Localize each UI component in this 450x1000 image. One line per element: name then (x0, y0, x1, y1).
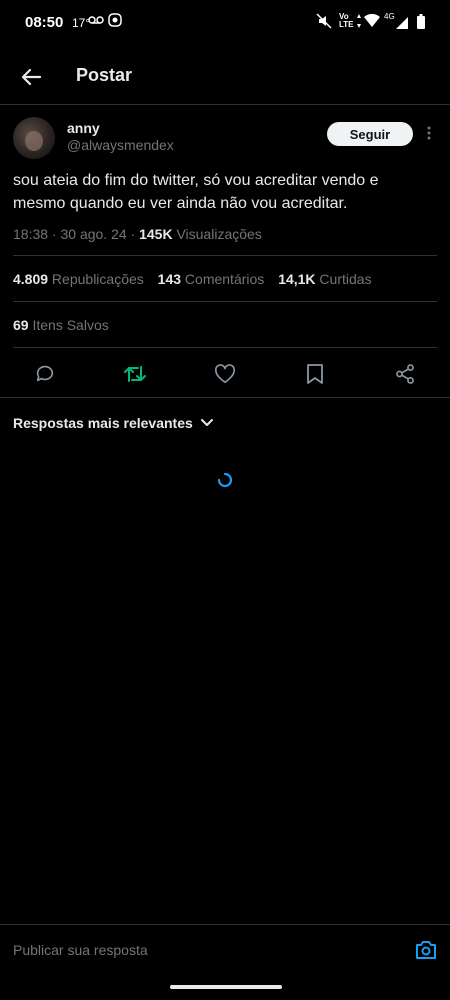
comments-stat[interactable]: 143 Comentários (158, 271, 265, 287)
arrow-left-icon (21, 68, 41, 86)
divider (0, 397, 450, 398)
follow-button[interactable]: Seguir (327, 122, 413, 146)
data-arrows-icon (356, 13, 362, 32)
status-bar: 08:50 17° Vo LTE 4G (0, 0, 450, 46)
likes-count: 14,1K (278, 271, 316, 287)
comments-count: 143 (157, 271, 182, 287)
author-display-name[interactable]: anny (67, 120, 100, 136)
reply-sort-label: Respostas mais relevantes (13, 415, 193, 431)
author-handle[interactable]: @alwaysmendex (67, 137, 174, 153)
reply-sort-dropdown[interactable]: Respostas mais relevantes (13, 415, 213, 431)
post-timestamp: 18:38 · 30 ago. 24 · (13, 226, 140, 242)
avatar[interactable] (13, 117, 55, 159)
bookmark-button[interactable] (303, 362, 327, 386)
chevron-down-icon (200, 419, 213, 426)
reply-button[interactable] (33, 362, 57, 386)
saves-label: Itens Salvos (28, 317, 109, 333)
like-button[interactable] (213, 362, 237, 386)
signal-type-label: 4G (384, 12, 395, 21)
reposts-label: Republicações (48, 271, 144, 287)
top-app-bar: Postar (0, 50, 450, 105)
page-title: Postar (76, 65, 133, 85)
wifi-icon (364, 13, 380, 30)
share-icon (396, 364, 414, 384)
likes-label: Curtidas (315, 271, 372, 287)
heart-icon (214, 364, 236, 383)
repost-icon (124, 366, 146, 382)
divider (13, 301, 437, 302)
saves-count: 69 (13, 317, 29, 333)
home-indicator[interactable] (170, 985, 282, 989)
camera-button[interactable] (414, 939, 438, 961)
saves-stat[interactable]: 69 Itens Salvos (13, 317, 109, 333)
app-notification-icon (108, 13, 122, 30)
post-text: sou ateia do fim do twitter, só vou acre… (13, 172, 379, 212)
comments-label: Comentários (181, 271, 265, 287)
divider (13, 347, 437, 348)
engagement-stats: 4.809 Republicações 143 Comentários 14,1… (13, 271, 382, 287)
bookmark-icon (307, 364, 323, 384)
status-time: 08:50 (25, 14, 64, 31)
post-meta: 18:38 · 30 ago. 24 · 145K Visualizações (13, 226, 262, 242)
more-options-icon[interactable] (421, 123, 437, 145)
volte-icon: Vo LTE (339, 12, 354, 29)
loading-spinner-icon (217, 472, 233, 488)
views-count[interactable]: 145K (139, 226, 172, 242)
reposts-stat[interactable]: 4.809 Republicações (13, 271, 144, 287)
comment-icon (36, 365, 54, 382)
battery-icon (417, 14, 425, 32)
back-button[interactable] (16, 62, 46, 92)
views-label: Visualizações (172, 226, 262, 242)
voicemail-icon (88, 13, 104, 30)
share-button[interactable] (393, 362, 417, 386)
reply-composer: Publicar sua resposta (0, 924, 450, 977)
divider (13, 255, 437, 256)
camera-icon (416, 941, 436, 959)
mute-icon (316, 13, 332, 32)
likes-stat[interactable]: 14,1K Curtidas (278, 271, 371, 287)
cell-signal-icon (396, 17, 408, 32)
reply-input[interactable]: Publicar sua resposta (13, 942, 148, 958)
reposts-count: 4.809 (13, 271, 49, 287)
repost-button[interactable] (123, 362, 147, 386)
